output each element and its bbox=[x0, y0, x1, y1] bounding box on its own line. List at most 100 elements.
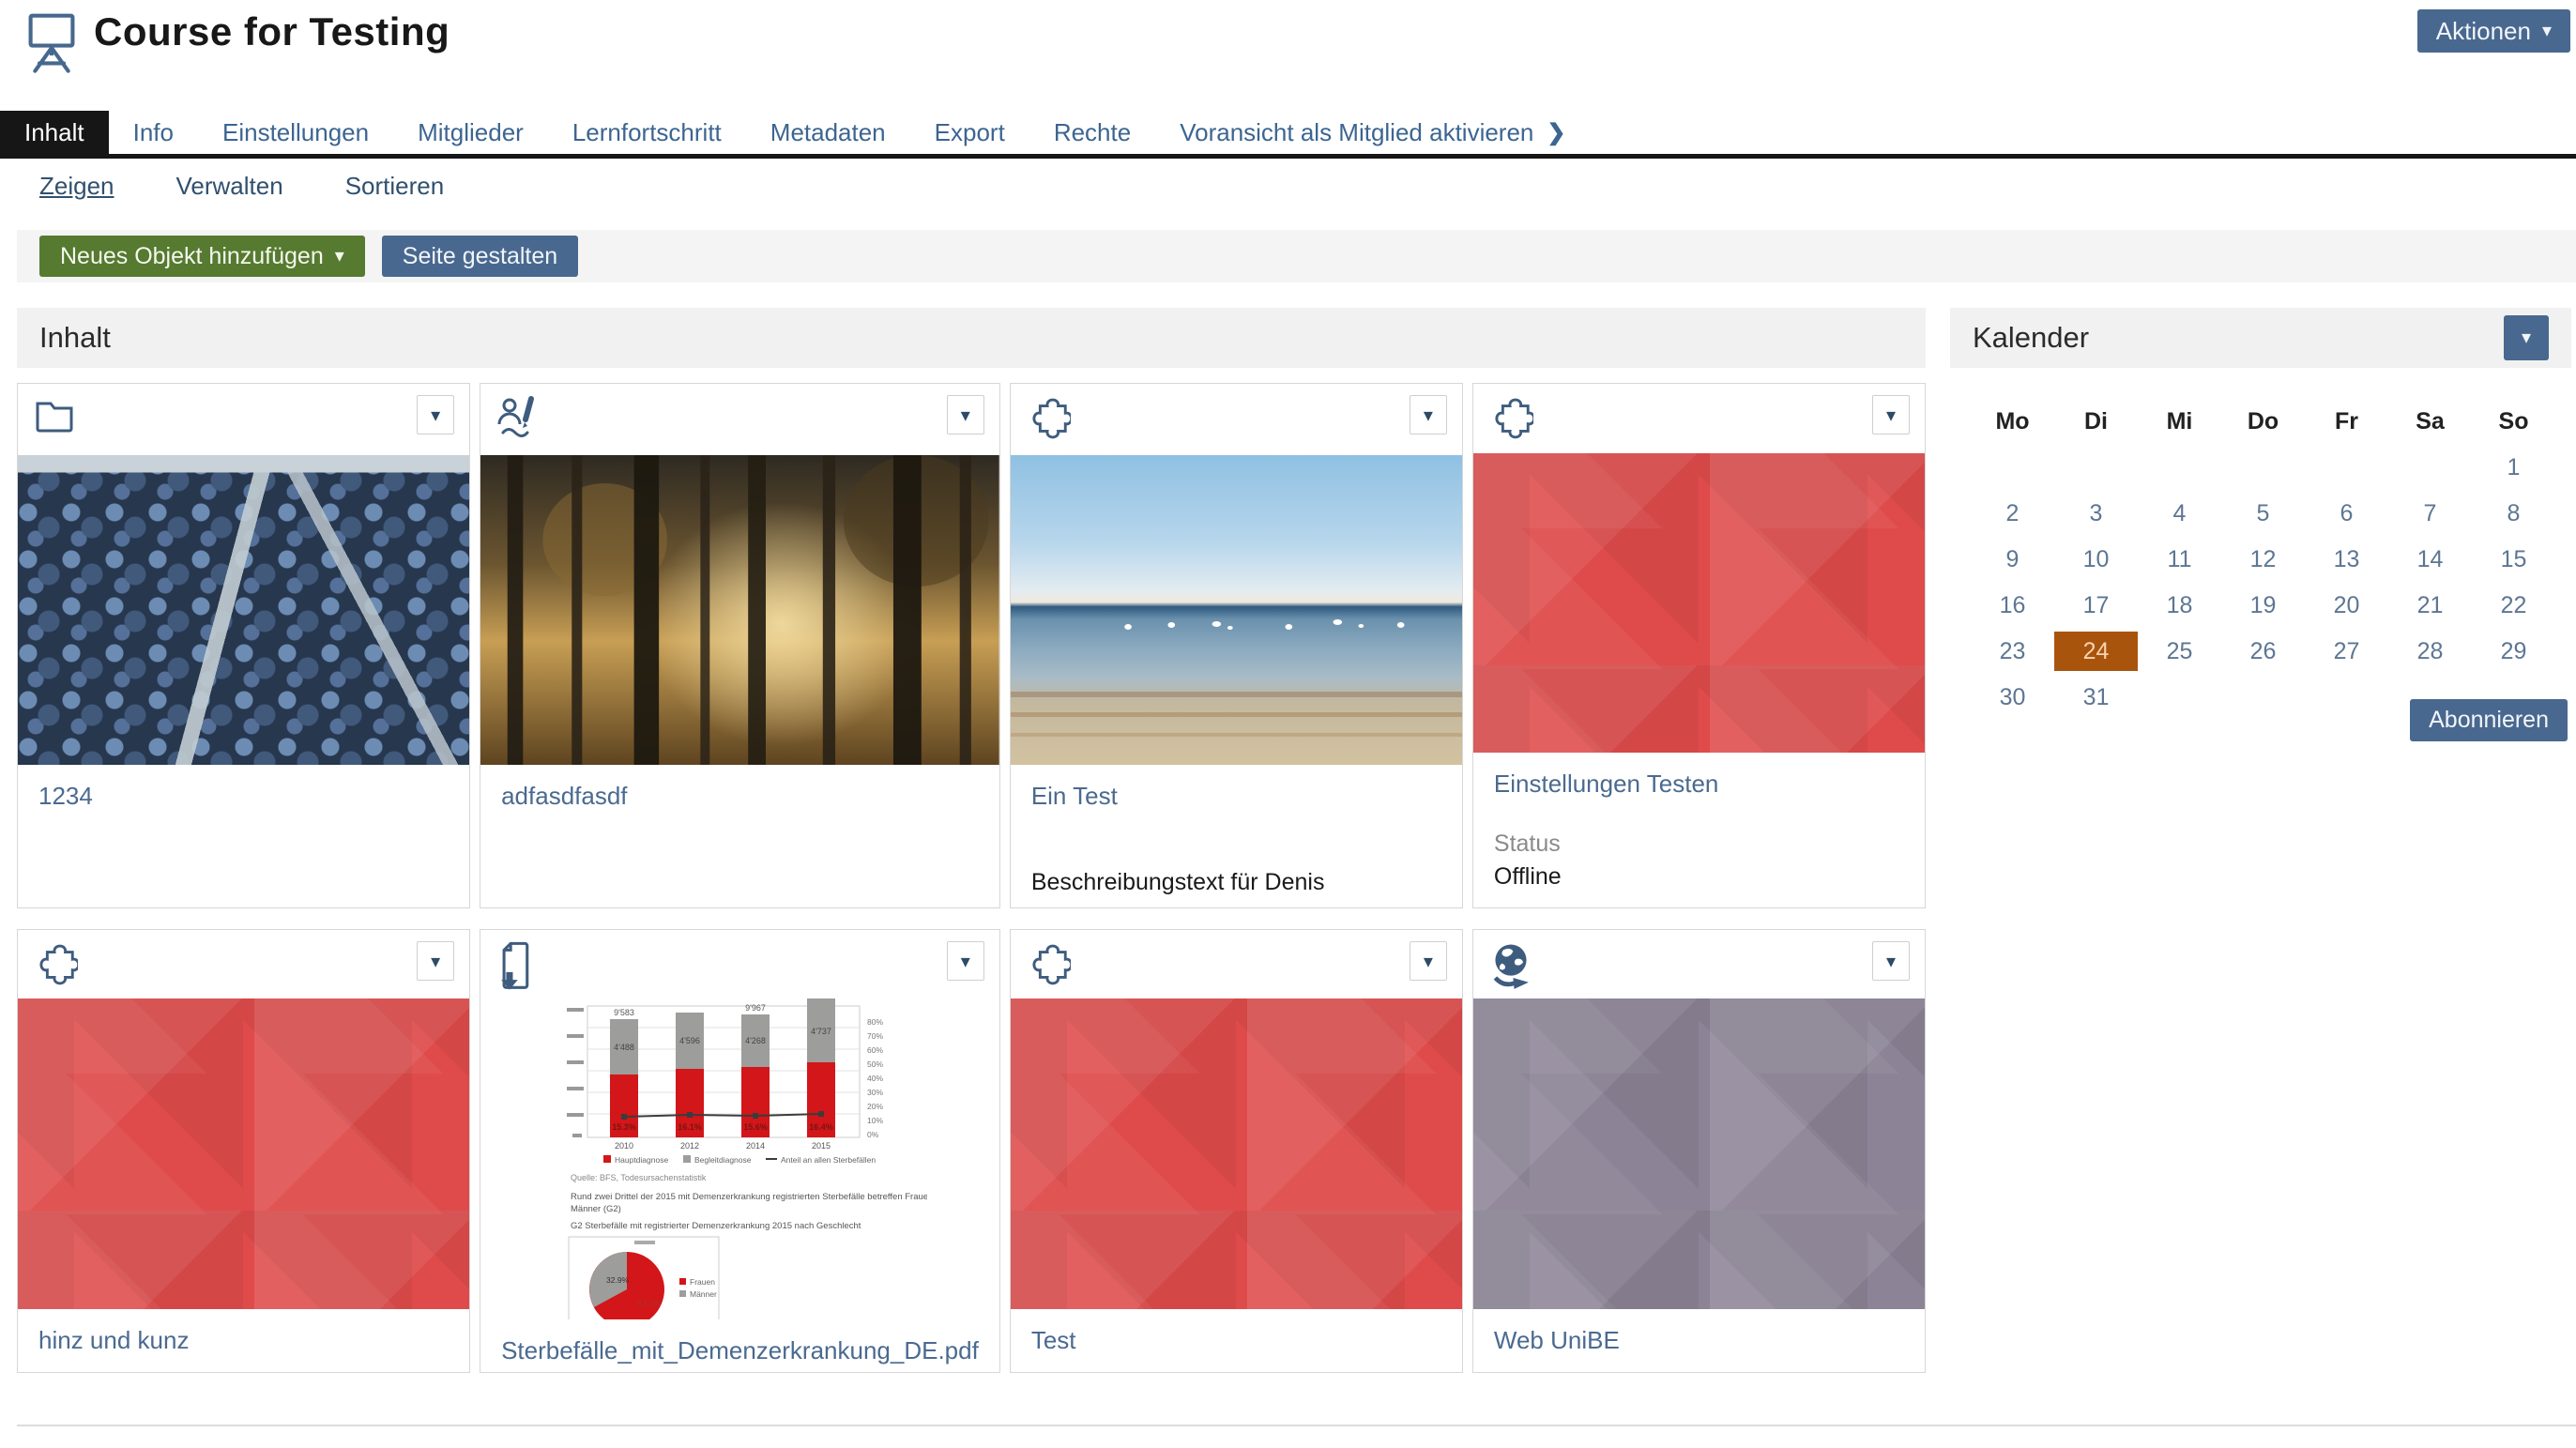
calendar-day[interactable]: 5 bbox=[2221, 494, 2305, 533]
card-top: ▾ bbox=[18, 384, 469, 455]
calendar-day[interactable]: 23 bbox=[1971, 632, 2054, 671]
calendar-day[interactable]: 20 bbox=[2305, 586, 2388, 625]
card-image-purple-tile[interactable] bbox=[1473, 998, 1925, 1309]
card-menu-button[interactable]: ▾ bbox=[947, 941, 984, 981]
status-value: Offline bbox=[1494, 863, 1904, 891]
card-menu-button[interactable]: ▾ bbox=[417, 941, 454, 981]
card-title-link[interactable]: Web UniBE bbox=[1494, 1326, 1620, 1355]
calendar-day[interactable]: 30 bbox=[1971, 678, 2054, 717]
card-menu-button[interactable]: ▾ bbox=[1872, 395, 1910, 434]
card-title-link[interactable]: Ein Test bbox=[1031, 782, 1118, 811]
card-title-link[interactable]: adfasdfasdf bbox=[501, 782, 627, 811]
card-image-pdf-preview[interactable]: 9'583 9'967 4'488 4'596 4'268 4'737 15.3… bbox=[480, 997, 999, 1319]
design-page-button[interactable]: Seite gestalten bbox=[382, 236, 578, 277]
card-title-link[interactable]: Sterbefälle_mit_Demenzerkrankung_DE.pdf bbox=[501, 1336, 979, 1365]
content-cards-grid: ▾ 1234 ▾ bbox=[17, 383, 1926, 1373]
calendar-day[interactable]: 4 bbox=[2138, 494, 2221, 533]
tab-info[interactable]: Info bbox=[109, 111, 198, 154]
tab-metadaten[interactable]: Metadaten bbox=[746, 111, 910, 154]
calendar-day[interactable]: 15 bbox=[2472, 540, 2555, 579]
calendar-day[interactable]: 17 bbox=[2054, 586, 2138, 625]
calendar-day-empty bbox=[2138, 448, 2221, 487]
tab-lernfortschritt[interactable]: Lernfortschritt bbox=[548, 111, 746, 154]
card-image-red-tile[interactable] bbox=[1011, 998, 1462, 1309]
svg-text:Männer: Männer bbox=[690, 1289, 717, 1299]
calendar-day[interactable]: 6 bbox=[2305, 494, 2388, 533]
calendar-day[interactable]: 28 bbox=[2388, 632, 2472, 671]
subtab-sortieren[interactable]: Sortieren bbox=[345, 172, 445, 201]
calendar-day[interactable]: 3 bbox=[2054, 494, 2138, 533]
card-image-beach[interactable] bbox=[1011, 455, 1462, 765]
svg-text:G2 Sterbefälle mit registriert: G2 Sterbefälle mit registrierter Demenze… bbox=[571, 1221, 861, 1231]
svg-text:Frauen: Frauen bbox=[690, 1277, 715, 1287]
calendar-day[interactable]: 31 bbox=[2054, 678, 2138, 717]
card-title-link[interactable]: hinz und kunz bbox=[38, 1326, 189, 1355]
calendar-day[interactable]: 2 bbox=[1971, 494, 2054, 533]
ilias-course-page: Course for Testing Aktionen ▾ Inhalt Inf… bbox=[0, 0, 2576, 1448]
card-menu-button[interactable]: ▾ bbox=[1410, 941, 1447, 981]
calendar-day[interactable]: 19 bbox=[2221, 586, 2305, 625]
svg-text:2014: 2014 bbox=[746, 1141, 765, 1151]
card-einstellungen-testen: ▾ Einstellungen Testen Status Offline bbox=[1472, 383, 1926, 908]
card-title-link[interactable]: Einstellungen Testen bbox=[1494, 770, 1718, 799]
calendar-day[interactable]: 21 bbox=[2388, 586, 2472, 625]
subtab-verwalten[interactable]: Verwalten bbox=[176, 172, 283, 201]
calendar-day[interactable]: 14 bbox=[2388, 540, 2472, 579]
actions-button[interactable]: Aktionen ▾ bbox=[2417, 9, 2570, 53]
subtab-zeigen[interactable]: Zeigen bbox=[39, 172, 114, 201]
calendar-day[interactable]: 8 bbox=[2472, 494, 2555, 533]
svg-text:2010: 2010 bbox=[615, 1141, 633, 1151]
card-menu-button[interactable]: ▾ bbox=[417, 395, 454, 434]
card-title-link[interactable]: 1234 bbox=[38, 782, 93, 811]
card-body: Test bbox=[1011, 1309, 1462, 1372]
card-top: ▾ bbox=[1011, 384, 1462, 455]
calendar-day[interactable]: 26 bbox=[2221, 632, 2305, 671]
card-web-unibe: ▾ Web UniBE bbox=[1472, 929, 1926, 1373]
calendar-day[interactable]: 12 bbox=[2221, 540, 2305, 579]
card-image-forest[interactable] bbox=[480, 455, 999, 765]
tab-mitglieder[interactable]: Mitglieder bbox=[393, 111, 548, 154]
calendar-day[interactable]: 24 bbox=[2054, 632, 2138, 671]
calendar-day-empty bbox=[2221, 448, 2305, 487]
puzzle-icon bbox=[1488, 395, 1533, 445]
card-title-link[interactable]: Test bbox=[1031, 1326, 1076, 1355]
calendar-day-header: Fr bbox=[2305, 402, 2388, 441]
toolbar: Neues Objekt hinzufügen ▾ Seite gestalte… bbox=[17, 230, 2576, 282]
card-image-red-tile[interactable] bbox=[1473, 453, 1925, 753]
svg-text:Begleitdiagnose: Begleitdiagnose bbox=[694, 1155, 752, 1165]
card-image-blueberries[interactable] bbox=[18, 455, 469, 765]
svg-text:67.1%: 67.1% bbox=[638, 1299, 662, 1308]
tab-voransicht[interactable]: Voransicht als Mitglied aktivieren ❯ bbox=[1155, 111, 1590, 154]
tab-export[interactable]: Export bbox=[910, 111, 1029, 154]
calendar-day[interactable]: 13 bbox=[2305, 540, 2388, 579]
svg-text:60%: 60% bbox=[867, 1045, 883, 1055]
card-menu-button[interactable]: ▾ bbox=[947, 395, 984, 434]
calendar-day[interactable]: 27 bbox=[2305, 632, 2388, 671]
calendar-day[interactable]: 11 bbox=[2138, 540, 2221, 579]
calendar-day[interactable]: 7 bbox=[2388, 494, 2472, 533]
add-object-button[interactable]: Neues Objekt hinzufügen ▾ bbox=[39, 236, 365, 277]
card-menu-button[interactable]: ▾ bbox=[1410, 395, 1447, 434]
svg-text:Quelle: BFS, Todesursachenstat: Quelle: BFS, Todesursachenstatistik bbox=[571, 1173, 707, 1182]
subscribe-button[interactable]: Abonnieren bbox=[2410, 699, 2568, 741]
svg-text:0%: 0% bbox=[867, 1130, 879, 1139]
calendar-day-header: Do bbox=[2221, 402, 2305, 441]
card-image-red-tile[interactable] bbox=[18, 998, 469, 1309]
card-menu-button[interactable]: ▾ bbox=[1872, 941, 1910, 981]
calendar-day[interactable]: 10 bbox=[2054, 540, 2138, 579]
calendar-day[interactable]: 18 bbox=[2138, 586, 2221, 625]
tab-rechte[interactable]: Rechte bbox=[1029, 111, 1155, 154]
calendar-day[interactable]: 9 bbox=[1971, 540, 2054, 579]
calendar-menu-button[interactable]: ▾ bbox=[2504, 315, 2549, 360]
tab-inhalt[interactable]: Inhalt bbox=[0, 111, 109, 154]
calendar-day[interactable]: 29 bbox=[2472, 632, 2555, 671]
calendar-day[interactable]: 25 bbox=[2138, 632, 2221, 671]
calendar-day[interactable]: 22 bbox=[2472, 586, 2555, 625]
calendar-day[interactable]: 1 bbox=[2472, 448, 2555, 487]
card-hinz-und-kunz: ▾ hinz und kunz bbox=[17, 929, 470, 1373]
calendar-day-empty bbox=[2388, 448, 2472, 487]
tab-einstellungen[interactable]: Einstellungen bbox=[198, 111, 393, 154]
page-header: Course for Testing Aktionen ▾ bbox=[0, 0, 2576, 111]
calendar-day[interactable]: 16 bbox=[1971, 586, 2054, 625]
card-ein-test: ▾ bbox=[1010, 383, 1463, 908]
